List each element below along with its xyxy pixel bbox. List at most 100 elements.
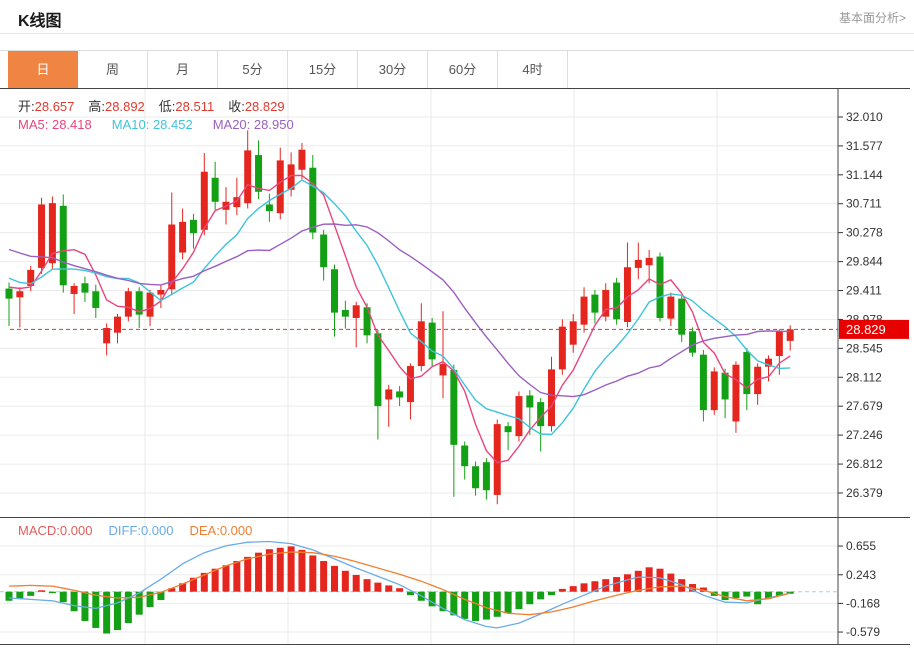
close-label: 收: bbox=[228, 99, 245, 114]
candle-body[interactable] bbox=[147, 293, 154, 317]
candle-body[interactable] bbox=[472, 466, 479, 488]
price-tick-label: 28.112 bbox=[846, 370, 882, 384]
candle-body[interactable] bbox=[364, 307, 371, 335]
candle-body[interactable] bbox=[81, 283, 88, 292]
candle-body[interactable] bbox=[657, 257, 664, 318]
candle-body[interactable] bbox=[635, 260, 642, 268]
diff-value: 0.000 bbox=[141, 523, 174, 538]
tab-周[interactable]: 周 bbox=[78, 51, 148, 89]
candle-body[interactable] bbox=[515, 396, 522, 436]
macd-tick-label: 0.243 bbox=[846, 568, 876, 582]
kline-chart-svg[interactable]: 32.01031.57731.14430.71130.27829.84429.4… bbox=[0, 88, 914, 649]
tab-15分[interactable]: 15分 bbox=[288, 51, 358, 89]
candle-body[interactable] bbox=[526, 395, 533, 407]
candle-body[interactable] bbox=[212, 178, 219, 202]
kline-chart-area[interactable]: 32.01031.57731.14430.71130.27829.84429.4… bbox=[0, 88, 914, 649]
candle-body[interactable] bbox=[407, 366, 414, 402]
candle-body[interactable] bbox=[255, 155, 262, 192]
macd-bar bbox=[624, 574, 631, 591]
candle-body[interactable] bbox=[342, 310, 349, 317]
tab-30分[interactable]: 30分 bbox=[358, 51, 428, 89]
candle-body[interactable] bbox=[179, 222, 186, 253]
candle-body[interactable] bbox=[591, 295, 598, 313]
candle-body[interactable] bbox=[570, 321, 577, 344]
macd-bar bbox=[526, 592, 533, 605]
macd-bar bbox=[298, 550, 305, 592]
candle-body[interactable] bbox=[613, 283, 620, 320]
candle-body[interactable] bbox=[483, 462, 490, 490]
macd-bar bbox=[732, 592, 739, 598]
tab-4时[interactable]: 4时 bbox=[498, 51, 568, 89]
candle-body[interactable] bbox=[103, 328, 110, 343]
macd-bar bbox=[136, 592, 143, 615]
candle-body[interactable] bbox=[190, 220, 197, 233]
candle-body[interactable] bbox=[667, 297, 674, 319]
macd-bar bbox=[374, 583, 381, 592]
candle-body[interactable] bbox=[60, 206, 67, 285]
candle-body[interactable] bbox=[114, 317, 121, 333]
candle-body[interactable] bbox=[320, 235, 327, 268]
period-tabbar: 日周月5分15分30分60分4时 bbox=[0, 50, 914, 88]
candle-body[interactable] bbox=[201, 172, 208, 230]
price-tick-label: 31.577 bbox=[846, 139, 883, 153]
candle-body[interactable] bbox=[711, 371, 718, 410]
macd-bar bbox=[244, 557, 251, 592]
candle-body[interactable] bbox=[700, 355, 707, 410]
candle-body[interactable] bbox=[157, 290, 164, 295]
candle-body[interactable] bbox=[385, 389, 392, 399]
tab-日[interactable]: 日 bbox=[8, 51, 78, 89]
candle-body[interactable] bbox=[125, 291, 132, 316]
candle-body[interactable] bbox=[266, 204, 273, 211]
macd-bar bbox=[255, 553, 262, 592]
ma10-label: MA10: bbox=[112, 117, 150, 132]
candle-body[interactable] bbox=[732, 365, 739, 422]
macd-bar bbox=[483, 592, 490, 620]
candle-body[interactable] bbox=[331, 269, 338, 312]
candle-body[interactable] bbox=[450, 370, 457, 445]
price-tick-label: 29.844 bbox=[846, 255, 883, 269]
candle-body[interactable] bbox=[429, 323, 436, 360]
page-title: K线图 bbox=[18, 7, 62, 31]
macd-bar bbox=[472, 592, 479, 621]
candle-body[interactable] bbox=[71, 286, 78, 294]
fundamental-analysis-link[interactable]: 基本面分析> bbox=[839, 9, 906, 26]
tab-5分[interactable]: 5分 bbox=[218, 51, 288, 89]
candle-body[interactable] bbox=[277, 160, 284, 213]
ma20-label: MA20: bbox=[213, 117, 251, 132]
candle-body[interactable] bbox=[581, 297, 588, 325]
candle-body[interactable] bbox=[559, 327, 566, 370]
price-tick-label: 26.379 bbox=[846, 486, 883, 500]
macd-bar bbox=[461, 592, 468, 619]
candle-body[interactable] bbox=[548, 369, 555, 426]
candle-body[interactable] bbox=[6, 289, 13, 299]
dea-label: DEA: bbox=[189, 523, 219, 538]
candle-body[interactable] bbox=[353, 305, 360, 318]
candle-body[interactable] bbox=[722, 373, 729, 400]
ma20-value: 28.950 bbox=[254, 117, 294, 132]
candle-body[interactable] bbox=[396, 391, 403, 397]
candle-body[interactable] bbox=[38, 204, 45, 267]
candle-body[interactable] bbox=[298, 150, 305, 170]
candle-body[interactable] bbox=[461, 446, 468, 467]
tab-60分[interactable]: 60分 bbox=[428, 51, 498, 89]
candle-body[interactable] bbox=[505, 426, 512, 432]
price-tick-label: 26.812 bbox=[846, 457, 883, 471]
diff-label: DIFF: bbox=[108, 523, 141, 538]
tab-月[interactable]: 月 bbox=[148, 51, 218, 89]
price-tick-label: 27.679 bbox=[846, 399, 883, 413]
price-tick-label: 31.144 bbox=[846, 168, 883, 182]
candle-body[interactable] bbox=[374, 333, 381, 406]
candle-body[interactable] bbox=[646, 258, 653, 265]
candle-body[interactable] bbox=[244, 150, 251, 203]
macd-bar bbox=[288, 546, 295, 591]
macd-bar bbox=[331, 566, 338, 592]
candle-body[interactable] bbox=[16, 291, 23, 297]
candle-body[interactable] bbox=[309, 168, 316, 233]
candle-body[interactable] bbox=[92, 291, 99, 308]
candle-body[interactable] bbox=[776, 331, 783, 356]
candle-body[interactable] bbox=[440, 364, 447, 375]
candle-body[interactable] bbox=[689, 331, 696, 352]
macd-bar bbox=[71, 592, 78, 612]
current-price-label: 28.829 bbox=[846, 322, 886, 337]
price-tick-label: 30.711 bbox=[846, 197, 882, 211]
